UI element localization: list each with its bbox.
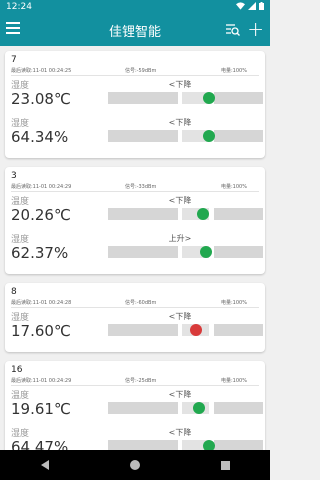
last-read-time: 最后读取:11-01 00:24:28 bbox=[11, 300, 72, 306]
level-indicator bbox=[203, 440, 215, 450]
reading-value: 19.61℃ bbox=[11, 400, 71, 418]
last-read-time: 最后读取:11-01 00:24:25 bbox=[11, 68, 72, 74]
battery-level: 电量:100% bbox=[221, 184, 247, 190]
sensor-card[interactable]: 3 最后读取:11-01 00:24:29 信号:-33dBm 电量:100% … bbox=[5, 167, 265, 274]
add-icon[interactable]: + bbox=[247, 19, 264, 39]
signal-strength: 信号:-33dBm bbox=[125, 184, 157, 190]
status-icons bbox=[236, 1, 264, 13]
reading-trend: <下降 bbox=[168, 196, 192, 205]
battery-level: 电量:100% bbox=[221, 68, 247, 74]
reading-level-bar bbox=[108, 130, 263, 142]
menu-icon[interactable] bbox=[6, 22, 20, 36]
sensor-meta: 最后读取:11-01 00:24:28 信号:-60dBm 电量:100% bbox=[11, 299, 259, 308]
level-indicator bbox=[190, 324, 202, 336]
reading-value: 20.26℃ bbox=[11, 206, 71, 224]
reading-trend: 上升> bbox=[168, 234, 192, 243]
sensor-card[interactable]: 16 最后读取:11-01 00:24:29 信号:-25dBm 电量:100%… bbox=[5, 361, 265, 450]
back-icon[interactable] bbox=[40, 460, 49, 470]
sensor-id: 8 bbox=[11, 287, 17, 297]
signal-icon bbox=[248, 1, 256, 13]
reading-row: 湿度 62.37% 上升> bbox=[11, 230, 263, 268]
level-indicator bbox=[203, 92, 215, 104]
home-icon[interactable] bbox=[129, 460, 140, 470]
battery-level: 电量:100% bbox=[221, 300, 247, 306]
reading-value: 23.08℃ bbox=[11, 90, 71, 108]
app-bar: 佳锂智能 + bbox=[0, 14, 270, 46]
sensor-meta: 最后读取:11-01 00:24:29 信号:-33dBm 电量:100% bbox=[11, 183, 259, 192]
reading-value: 17.60℃ bbox=[11, 322, 71, 340]
reading-level-bar bbox=[108, 440, 263, 450]
level-indicator bbox=[200, 246, 212, 258]
reading-row: 湿度 64.34% <下降 bbox=[11, 114, 263, 152]
level-indicator bbox=[193, 402, 205, 414]
wifi-icon bbox=[236, 1, 245, 13]
reading-value: 64.34% bbox=[11, 128, 69, 146]
level-indicator bbox=[203, 130, 215, 142]
system-nav-bar bbox=[0, 450, 270, 480]
reading-level-bar bbox=[108, 402, 263, 414]
reading-level-bar bbox=[108, 92, 263, 104]
reading-row: 温度 19.61℃ <下降 bbox=[11, 386, 263, 424]
last-read-time: 最后读取:11-01 00:24:29 bbox=[11, 378, 72, 384]
signal-strength: 信号:-25dBm bbox=[125, 378, 157, 384]
battery-icon bbox=[259, 1, 264, 13]
recent-apps-icon[interactable] bbox=[220, 460, 230, 470]
reading-level-bar bbox=[108, 324, 263, 336]
reading-trend: <下降 bbox=[168, 118, 192, 127]
reading-trend: <下降 bbox=[168, 80, 192, 89]
reading-level-bar bbox=[108, 208, 263, 220]
search-list-icon[interactable] bbox=[226, 22, 240, 36]
sensor-card[interactable]: 8 最后读取:11-01 00:24:28 信号:-60dBm 电量:100% … bbox=[5, 283, 265, 352]
reading-trend: <下降 bbox=[168, 312, 192, 321]
status-bar: 12:24 bbox=[0, 0, 270, 14]
status-time: 12:24 bbox=[6, 2, 32, 12]
reading-trend: <下降 bbox=[168, 428, 192, 437]
reading-trend: <下降 bbox=[168, 390, 192, 399]
battery-level: 电量:100% bbox=[221, 378, 247, 384]
reading-value: 64.47% bbox=[11, 438, 69, 450]
signal-strength: 信号:-59dBm bbox=[125, 68, 157, 74]
sensor-meta: 最后读取:11-01 00:24:25 信号:-59dBm 电量:100% bbox=[11, 67, 259, 76]
sensor-id: 16 bbox=[11, 365, 23, 375]
signal-strength: 信号:-60dBm bbox=[125, 300, 157, 306]
reading-value: 62.37% bbox=[11, 244, 69, 262]
reading-row: 湿度 23.08℃ <下降 bbox=[11, 76, 263, 114]
reading-level-bar bbox=[108, 246, 263, 258]
sensor-id: 7 bbox=[11, 55, 17, 65]
reading-row: 温度 20.26℃ <下降 bbox=[11, 192, 263, 230]
sensor-id: 3 bbox=[11, 171, 17, 181]
sensor-meta: 最后读取:11-01 00:24:29 信号:-25dBm 电量:100% bbox=[11, 377, 259, 386]
level-indicator bbox=[197, 208, 209, 220]
last-read-time: 最后读取:11-01 00:24:29 bbox=[11, 184, 72, 190]
sensor-card[interactable]: 7 最后读取:11-01 00:24:25 信号:-59dBm 电量:100% … bbox=[5, 51, 265, 158]
sensor-list: 7 最后读取:11-01 00:24:25 信号:-59dBm 电量:100% … bbox=[0, 46, 270, 450]
reading-row: 湿度 17.60℃ <下降 bbox=[11, 308, 263, 346]
reading-row: 湿度 64.47% <下降 bbox=[11, 424, 263, 450]
